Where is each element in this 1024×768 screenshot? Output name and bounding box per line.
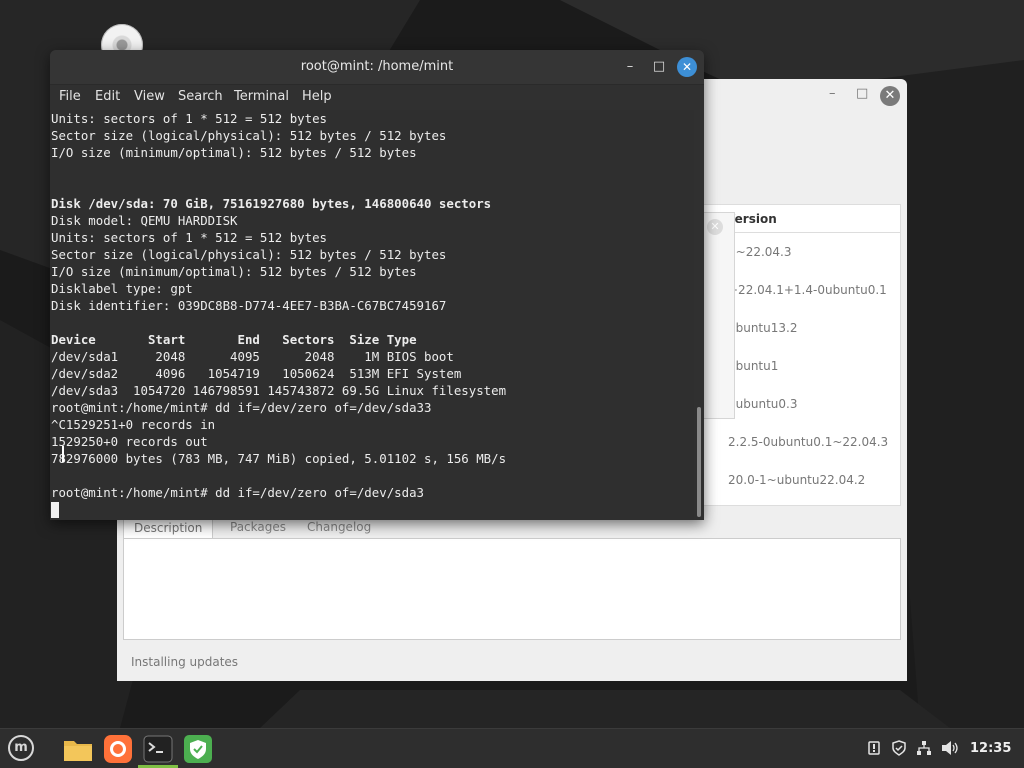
window-title: root@mint: /home/mint	[300, 59, 454, 74]
files-icon[interactable]	[62, 733, 94, 765]
terminal-line: root@mint:/home/mint# dd if=/dev/zero of…	[51, 400, 432, 415]
terminal-line: 1529250+0 records out	[51, 434, 208, 449]
terminal-scrollbar[interactable]	[694, 110, 704, 520]
terminal-line: I/O size (minimum/optimal): 512 bytes / …	[51, 264, 417, 279]
menu-help[interactable]: Help	[302, 89, 332, 104]
terminal-output[interactable]: Units: sectors of 1 * 512 = 512 bytes Sec…	[50, 110, 694, 520]
terminal-line: Units: sectors of 1 * 512 = 512 bytes	[51, 230, 328, 245]
maximize-icon[interactable]: □	[649, 57, 669, 77]
terminal-line: I/O size (minimum/optimal): 512 bytes / …	[51, 145, 417, 160]
network-icon[interactable]	[916, 740, 932, 756]
terminal-window: root@mint: /home/mint – □ ✕ File Edit Vi…	[50, 50, 704, 520]
version-cell: 1ubuntu0.3	[728, 397, 798, 411]
terminal-line: root@mint:/home/mint# dd if=/dev/zero of…	[51, 485, 424, 500]
terminal-line: Disk model: QEMU HARDDISK	[51, 213, 238, 228]
version-cell: ubuntu13.2	[728, 321, 798, 335]
maximize-icon[interactable]: □	[856, 86, 868, 101]
menu-file[interactable]: File	[59, 89, 81, 104]
terminal-cursor	[51, 502, 59, 518]
menu-search[interactable]: Search	[178, 89, 223, 104]
terminal-menubar: File Edit View Search Terminal Help	[50, 84, 704, 110]
mouse-text-cursor	[62, 446, 64, 462]
shield-tray-icon[interactable]	[891, 740, 907, 756]
version-cell: +22.04.1+1.4-0ubuntu0.1	[728, 283, 887, 297]
terminal-line: Disk /dev/sda: 70 GiB, 75161927680 bytes…	[51, 196, 492, 211]
version-cell: ubuntu1	[728, 359, 779, 373]
volume-icon[interactable]	[941, 740, 959, 756]
terminal-line: Units: sectors of 1 * 512 = 512 bytes	[51, 111, 328, 126]
update-icon[interactable]	[866, 740, 882, 756]
version-cell: 1~22.04.3	[728, 245, 792, 259]
terminal-line: Disk identifier: 039DC8B8-D774-4EE7-B3BA…	[51, 298, 447, 313]
description-panel	[123, 538, 901, 640]
menu-terminal[interactable]: Terminal	[234, 89, 289, 104]
terminal-titlebar[interactable]: root@mint: /home/mint – □ ✕	[50, 50, 704, 85]
terminal-line: Sector size (logical/physical): 512 byte…	[51, 247, 447, 262]
scroll-thumb[interactable]	[697, 407, 701, 517]
terminal-line: Device Start End Sectors Size Type	[51, 332, 417, 347]
minimize-icon[interactable]: –	[829, 86, 836, 101]
clock[interactable]: 12:35	[970, 741, 1011, 756]
ghost-dialog	[703, 212, 735, 419]
terminal-line: /dev/sda3 1054720 146798591 145743872 69…	[51, 383, 507, 398]
close-icon[interactable]: ✕	[677, 57, 697, 77]
terminal-line: ^C1529251+0 records in	[51, 417, 216, 432]
terminal-line: Sector size (logical/physical): 512 byte…	[51, 128, 447, 143]
menu-edit[interactable]: Edit	[95, 89, 120, 104]
version-cell: 20.0-1~ubuntu22.04.2	[728, 473, 866, 487]
close-icon[interactable]: ✕	[880, 86, 900, 106]
terminal-line: /dev/sda2 4096 1054719 1050624 513M EFI …	[51, 366, 462, 381]
terminal-line: 782976000 bytes (783 MB, 747 MiB) copied…	[51, 451, 507, 466]
menu-icon[interactable]: m	[8, 735, 34, 761]
taskbar: m 12:35	[0, 728, 1024, 768]
minimize-icon[interactable]: –	[620, 57, 640, 77]
status-text: Installing updates	[131, 655, 239, 669]
menu-view[interactable]: View	[134, 89, 165, 104]
ghost-close-icon: ✕	[707, 219, 723, 235]
terminal-line: /dev/sda1 2048 4095 2048 1M BIOS boot	[51, 349, 454, 364]
version-cell: 2.2.5-0ubuntu0.1~22.04.3	[728, 435, 889, 449]
firefox-icon[interactable]	[102, 733, 134, 765]
terminal-icon[interactable]	[142, 733, 174, 765]
shield-icon[interactable]	[182, 733, 214, 765]
terminal-line: Disklabel type: gpt	[51, 281, 193, 296]
